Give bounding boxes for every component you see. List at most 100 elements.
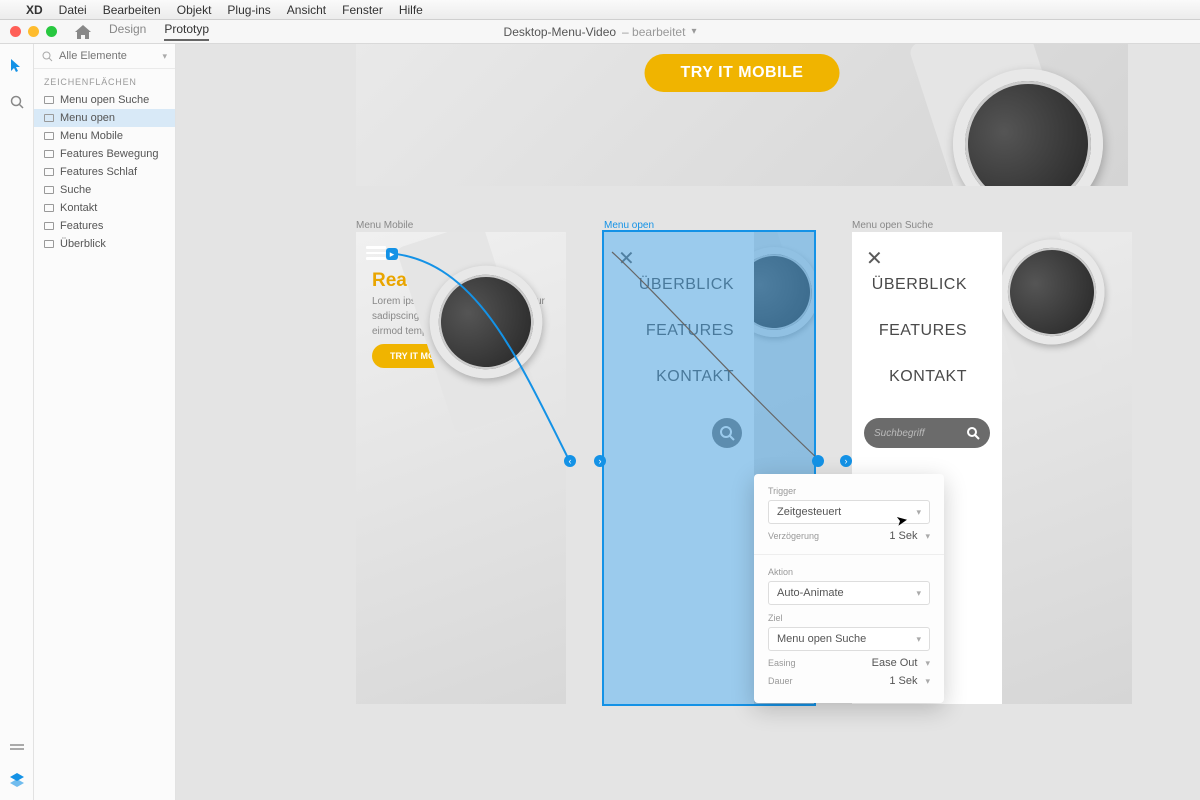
menu-link: KONTAKT (869, 368, 987, 386)
layer-label: Features Bewegung (60, 148, 158, 160)
artboard-icon (44, 168, 54, 176)
layer-label: Menu Mobile (60, 130, 123, 142)
layer-item[interactable]: Überblick (34, 235, 175, 253)
minimize-window-icon[interactable] (28, 26, 39, 37)
artboard-menu-mobile[interactable]: Ready to start Lorem ipsum dolor sit ame… (356, 232, 566, 704)
menu-item[interactable]: Datei (59, 3, 87, 17)
layer-item[interactable]: Features Bewegung (34, 145, 175, 163)
search-tool-icon[interactable] (9, 94, 25, 110)
chevron-down-icon: ▾ (925, 658, 930, 669)
menu-link: KONTAKT (636, 368, 754, 386)
target-label: Ziel (768, 613, 930, 623)
easing-select[interactable]: Ease Out ▾ (872, 657, 930, 669)
menu-item[interactable]: Objekt (177, 3, 212, 17)
menu-item[interactable]: Plug-ins (227, 3, 270, 17)
artboard-hero[interactable]: TRY IT MOBILE (356, 44, 1128, 186)
libraries-icon[interactable] (9, 740, 25, 756)
layer-label: Überblick (60, 238, 106, 250)
canvas[interactable]: TRY IT MOBILE Menu Mobile Ready to start… (176, 44, 1200, 800)
trigger-label: Trigger (768, 486, 930, 496)
window-titlebar: Design Prototyp Desktop-Menu-Video – bea… (0, 20, 1200, 44)
menu-link: FEATURES (859, 322, 987, 340)
layer-item[interactable]: Kontakt (34, 199, 175, 217)
doc-name: Desktop-Menu-Video (504, 25, 617, 39)
layer-item[interactable]: Features (34, 217, 175, 235)
wire-mid-node[interactable]: › (594, 455, 606, 467)
chevron-down-icon[interactable]: ▾ (162, 51, 167, 62)
menu-item[interactable]: Bearbeiten (103, 3, 161, 17)
layer-label: Menu open Suche (60, 94, 149, 106)
mac-menubar: XD Datei Bearbeiten Objekt Plug-ins Ansi… (0, 0, 1200, 20)
artboard-icon (44, 204, 54, 212)
easing-value: Ease Out (872, 657, 918, 669)
wire-end-node[interactable]: › (840, 455, 852, 467)
menu-item[interactable]: Fenster (342, 3, 383, 17)
delay-label: Verzögerung (768, 531, 819, 541)
search-placeholder: Suchbegriff (874, 428, 925, 439)
close-window-icon[interactable] (10, 26, 21, 37)
window-controls (10, 26, 57, 37)
target-value: Menu open Suche (777, 633, 866, 645)
layer-item[interactable]: Features Schlaf (34, 163, 175, 181)
layer-item[interactable]: Suche (34, 181, 175, 199)
menu-link: ÜBERBLICK (619, 276, 754, 294)
target-select[interactable]: Menu open Suche ▾ (768, 627, 930, 651)
layer-label: Features (60, 220, 103, 232)
interaction-popover: Trigger Zeitgesteuert ▾ Verzögerung 1 Sek… (754, 474, 944, 703)
artboard-list: Menu open Suche Menu open Menu Mobile Fe… (34, 91, 175, 253)
menu-item[interactable]: Hilfe (399, 3, 423, 17)
layers-section-title: ZEICHENFLÄCHEN (34, 69, 175, 91)
wire-start-node[interactable]: ▸ (386, 248, 398, 260)
layer-label: Menu open (60, 112, 115, 124)
menu-item[interactable]: Ansicht (287, 3, 326, 17)
duration-value: 1 Sek (889, 675, 917, 687)
artboard-label[interactable]: Menu open Suche (852, 220, 933, 231)
artboard-icon (44, 96, 54, 104)
artboard-icon (44, 132, 54, 140)
layer-item[interactable]: Menu open Suche (34, 91, 175, 109)
left-toolbar (0, 44, 34, 800)
chevron-down-icon: ▾ (916, 507, 921, 518)
layer-item[interactable]: Menu open (34, 109, 175, 127)
close-icon: ✕ (618, 246, 635, 271)
chevron-down-icon: ▾ (925, 676, 930, 687)
chevron-down-icon: ▾ (691, 26, 696, 37)
layer-label: Kontakt (60, 202, 97, 214)
trigger-select[interactable]: Zeitgesteuert ▾ (768, 500, 930, 524)
duration-select[interactable]: 1 Sek ▾ (889, 675, 930, 687)
layer-label: Suche (60, 184, 91, 196)
layers-search[interactable]: ▾ (34, 44, 175, 69)
search-pill: Suchbegriff (864, 418, 990, 448)
wire-end-node[interactable] (812, 455, 824, 467)
home-icon[interactable] (75, 25, 91, 39)
doc-modified: – bearbeitet (622, 25, 685, 39)
artboard-icon (44, 186, 54, 194)
delay-value: 1 Sek (889, 530, 917, 542)
tab-design[interactable]: Design (109, 22, 146, 41)
layers-panel-icon[interactable] (9, 772, 25, 788)
layers-search-input[interactable] (59, 50, 139, 62)
artboard-icon (44, 150, 54, 158)
action-select[interactable]: Auto-Animate ▾ (768, 581, 930, 605)
search-icon (966, 426, 980, 440)
wire-mid-node[interactable]: ‹ (564, 455, 576, 467)
watch-image (826, 44, 1128, 186)
document-title[interactable]: Desktop-Menu-Video – bearbeitet ▾ (504, 25, 697, 39)
delay-select[interactable]: 1 Sek ▾ (889, 530, 930, 542)
select-tool-icon[interactable] (9, 58, 25, 74)
chevron-down-icon: ▾ (916, 634, 921, 645)
artboard-label[interactable]: Menu open (604, 220, 654, 231)
layer-item[interactable]: Menu Mobile (34, 127, 175, 145)
chevron-down-icon: ▾ (925, 531, 930, 542)
menu-link: ÜBERBLICK (852, 276, 987, 294)
maximize-window-icon[interactable] (46, 26, 57, 37)
tab-prototype[interactable]: Prototyp (164, 22, 209, 41)
duration-label: Dauer (768, 676, 793, 686)
trigger-value: Zeitgesteuert (777, 506, 841, 518)
menu-app[interactable]: XD (26, 3, 43, 17)
cta-button: TRY IT MOBILE (645, 54, 840, 92)
layer-label: Features Schlaf (60, 166, 137, 178)
action-value: Auto-Animate (777, 587, 844, 599)
chevron-down-icon: ▾ (916, 588, 921, 599)
artboard-label[interactable]: Menu Mobile (356, 220, 413, 231)
